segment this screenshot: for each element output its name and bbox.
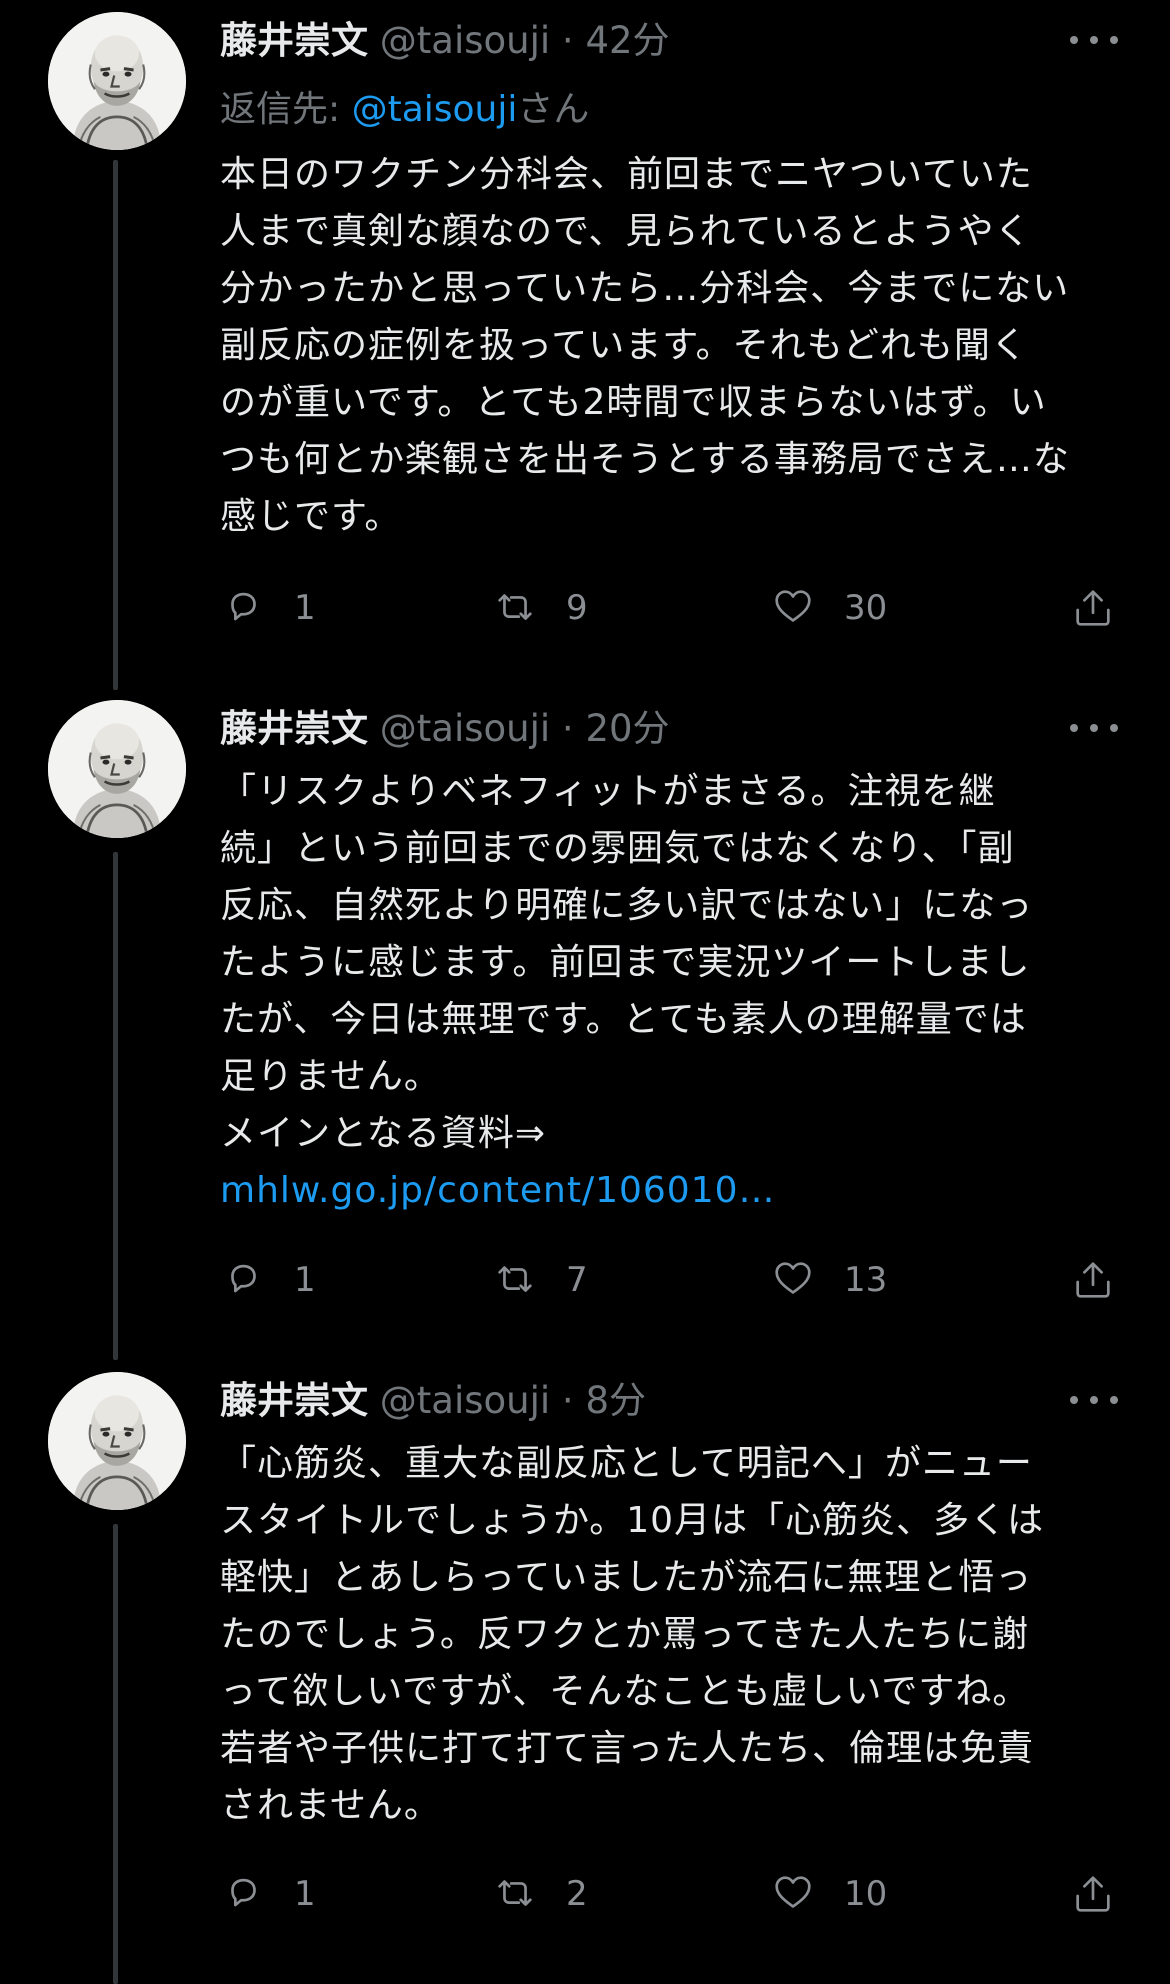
share-button[interactable]: [1070, 1864, 1116, 1924]
reply-prefix: 返信先:: [220, 89, 352, 130]
retweet-icon: [498, 594, 532, 620]
tweet-header: 藤井崇文 @taisouji · 42分: [220, 19, 670, 63]
like-icon: [775, 590, 811, 622]
text-line: 人まで真剣な顔なので、見られているとようやく: [220, 211, 1032, 252]
text-line: 足りません。: [220, 1056, 441, 1097]
retweet-button[interactable]: 2: [492, 1864, 588, 1924]
like-button[interactable]: 13: [770, 1250, 887, 1310]
retweet-count: 7: [566, 1260, 588, 1300]
author-handle[interactable]: @taisouji: [380, 1379, 550, 1422]
avatar[interactable]: [48, 700, 186, 838]
reply-icon: [231, 1264, 256, 1293]
content-link[interactable]: mhlw.go.jp/content/106010…: [220, 1162, 1120, 1219]
separator-dot: ·: [561, 1379, 574, 1422]
author-handle[interactable]: @taisouji: [380, 19, 550, 62]
text-line: メインとなる資料⇒: [220, 1113, 547, 1154]
share-icon: [1076, 590, 1110, 626]
share-icon: [1076, 1876, 1110, 1912]
text-line: 「心筋炎、重大な副反応として明記へ」がニュー: [220, 1443, 1033, 1484]
text-line: されません。: [220, 1785, 441, 1826]
reply-button[interactable]: 1: [220, 578, 316, 638]
text-line: って欲しいですが、そんなことも虚しいですね。: [220, 1671, 1030, 1712]
retweet-icon: [498, 1266, 532, 1292]
tweet-text: 「心筋炎、重大な副反応として明記へ」がニュー スタイトルでしょうか。10月は「心…: [220, 1435, 1120, 1834]
text-line: つも何とか楽観さを出そうとする事務局でさえ…な: [220, 439, 1070, 480]
text-line: スタイトルでしょうか。10月は「心筋炎、多くは: [220, 1500, 1045, 1541]
text-line: 「リスクよりベネフィットがまさる。注視を継: [220, 771, 996, 812]
reply-mention[interactable]: @taisouji: [352, 89, 518, 130]
more-icon[interactable]: [1070, 718, 1118, 738]
text-line: 軽快」とあしらっていましたが流石に無理と悟っ: [220, 1557, 1033, 1598]
author-name[interactable]: 藤井崇文: [220, 19, 368, 62]
tweet-actions: 1 7 13: [220, 1250, 1120, 1310]
timestamp[interactable]: 20分: [585, 707, 669, 750]
tweet-header: 藤井崇文 @taisouji · 8分: [220, 1379, 646, 1423]
timestamp[interactable]: 42分: [585, 19, 669, 62]
author-handle[interactable]: @taisouji: [380, 707, 550, 750]
retweet-count: 2: [566, 1874, 588, 1914]
tweet[interactable]: 藤井崇文 @taisouji · 20分 「リスクよりベネフィットがまさる。注視…: [0, 672, 1170, 1344]
reply-count: 1: [294, 1874, 316, 1914]
avatar[interactable]: [48, 1372, 186, 1510]
tweet[interactable]: 藤井崇文 @taisouji · 8分 「心筋炎、重大な副反応として明記へ」がニ…: [0, 1344, 1170, 1984]
more-icon[interactable]: [1070, 30, 1118, 50]
text-line: 副反応の症例を扱っています。それもどれも聞く: [220, 325, 1028, 366]
like-count: 10: [844, 1874, 888, 1914]
tweet[interactable]: 藤井崇文 @taisouji · 42分 返信先: @taisoujiさん 本日…: [0, 0, 1170, 672]
reply-context: 返信先: @taisoujiさん: [220, 88, 589, 132]
like-icon: [775, 1262, 811, 1294]
text-line: 本日のワクチン分科会、前回までニヤついていた: [220, 154, 1033, 195]
separator-dot: ·: [561, 707, 574, 750]
like-count: 30: [844, 588, 888, 628]
text-line: 分かったかと思っていたら…分科会、今までにない: [220, 268, 1070, 309]
reply-button[interactable]: 1: [220, 1864, 316, 1924]
tweet-actions: 1 2 10: [220, 1864, 1120, 1924]
more-icon[interactable]: [1070, 1390, 1118, 1410]
tweet-header: 藤井崇文 @taisouji · 20分: [220, 707, 670, 751]
share-button[interactable]: [1070, 1250, 1116, 1310]
text-line: のが重いです。とても2時間で収まらないはず。い: [220, 382, 1047, 423]
text-line: たのでしょう。反ワクとか罵ってきた人たちに謝: [220, 1614, 1029, 1655]
text-line: 続」という前回までの雰囲気ではなくなり、「副: [220, 828, 1015, 869]
reply-suffix: さん: [517, 89, 590, 130]
timestamp[interactable]: 8分: [585, 1379, 646, 1422]
share-button[interactable]: [1070, 578, 1116, 638]
retweet-button[interactable]: 7: [492, 1250, 588, 1310]
like-icon: [775, 1876, 811, 1908]
separator-dot: ·: [561, 19, 574, 62]
reply-icon: [231, 592, 256, 621]
text-line: 反応、自然死より明確に多い訳ではない」になっ: [220, 885, 1034, 926]
retweet-button[interactable]: 9: [492, 578, 588, 638]
text-line: たが、今日は無理です。とても素人の理解量では: [220, 999, 1027, 1040]
tweet-text: 「リスクよりベネフィットがまさる。注視を継 続」という前回までの雰囲気ではなくな…: [220, 763, 1120, 1219]
text-line: 若者や子供に打て打て言った人たち、倫理は免責: [220, 1728, 1035, 1769]
tweet-actions: 1 9 30: [220, 578, 1120, 638]
tweet-thread: 藤井崇文 @taisouji · 42分 返信先: @taisoujiさん 本日…: [0, 0, 1170, 1984]
like-count: 13: [844, 1260, 888, 1300]
like-button[interactable]: 10: [770, 1864, 887, 1924]
like-button[interactable]: 30: [770, 578, 887, 638]
text-line: 感じです。: [220, 496, 402, 537]
reply-count: 1: [294, 588, 316, 628]
author-name[interactable]: 藤井崇文: [220, 1379, 368, 1422]
retweet-count: 9: [566, 588, 588, 628]
share-icon: [1076, 1262, 1110, 1298]
tweet-text: 本日のワクチン分科会、前回までニヤついていた 人まで真剣な顔なので、見られている…: [220, 146, 1120, 545]
reply-count: 1: [294, 1260, 316, 1300]
author-name[interactable]: 藤井崇文: [220, 707, 368, 750]
retweet-icon: [498, 1880, 532, 1906]
reply-button[interactable]: 1: [220, 1250, 316, 1310]
avatar[interactable]: [48, 12, 186, 150]
reply-icon: [231, 1878, 256, 1907]
text-line: たように感じます。前回まで実況ツイートしまし: [220, 942, 1031, 983]
